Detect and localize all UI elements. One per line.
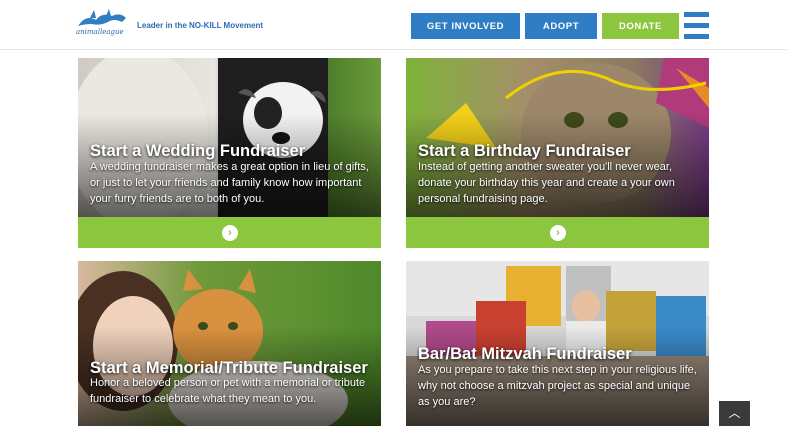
card-memorial-fundraiser: Start a Memorial/Tribute Fundraiser Hono… — [78, 261, 381, 426]
adopt-button[interactable]: ADOPT — [525, 13, 597, 39]
chevron-right-circle-icon: › — [222, 225, 238, 241]
card-description: Instead of getting another sweater you'l… — [418, 161, 675, 205]
hamburger-menu-icon[interactable] — [684, 12, 709, 40]
logo-wordmark: animalleague — [76, 28, 124, 36]
logo[interactable] — [76, 8, 128, 42]
scroll-to-top-button[interactable]: ︿ — [719, 401, 750, 426]
card-link-bar[interactable]: › — [78, 217, 381, 248]
card-birthday-fundraiser: Start a Birthday Fundraiser Instead of g… — [406, 58, 709, 248]
logo-icon — [78, 9, 126, 26]
card-description: Honor a beloved person or pet with a mem… — [90, 377, 366, 405]
get-involved-button[interactable]: GET INVOLVED — [411, 13, 520, 39]
card-description: As you prepare to take this next step in… — [418, 364, 697, 408]
donate-button[interactable]: DONATE — [602, 13, 679, 39]
tagline: Leader in the NO-KILL Movement — [137, 21, 264, 30]
card-description: A wedding fundraiser makes a great optio… — [90, 161, 369, 205]
site-header: animalleague Leader in the NO-KILL Movem… — [0, 0, 787, 50]
card-link-bar[interactable]: › — [406, 217, 709, 248]
card-mitzvah-fundraiser: Bar/Bat Mitzvah Fundraiser As you prepar… — [406, 261, 709, 426]
chevron-up-icon: ︿ — [728, 406, 741, 420]
chevron-right-circle-icon: › — [550, 225, 566, 241]
card-wedding-fundraiser: Start a Wedding Fundraiser A wedding fun… — [78, 58, 381, 248]
